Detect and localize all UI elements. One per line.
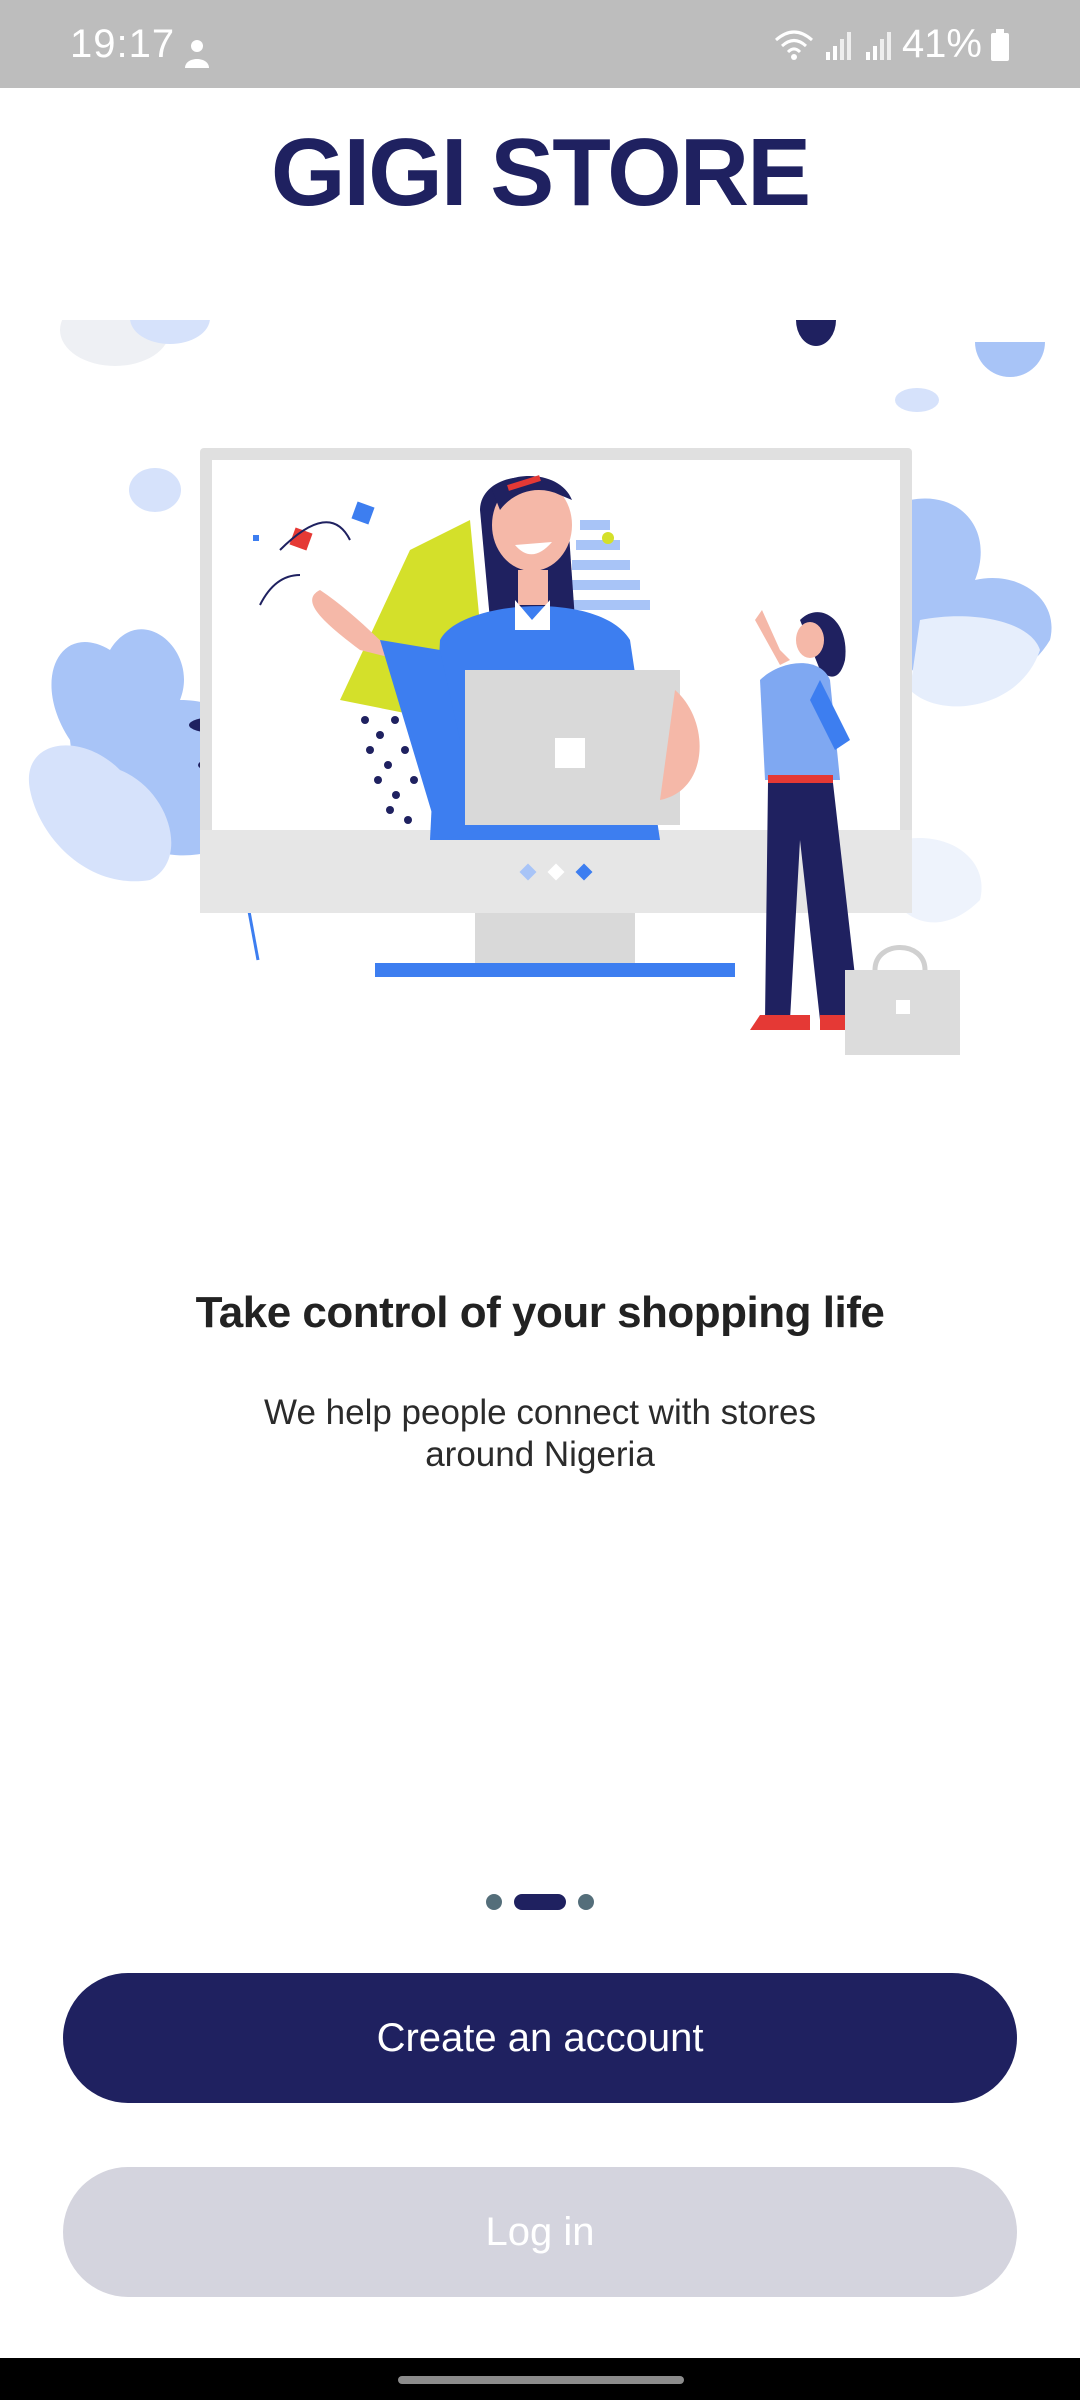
- battery-icon: [991, 28, 1009, 61]
- brand-title: GIGI STORE: [270, 119, 811, 226]
- status-bar: 19:17 41%: [0, 0, 1080, 88]
- battery-percentage: 41%: [901, 22, 982, 66]
- status-time: 19:17: [70, 22, 176, 66]
- onboarding-subtext: We help people connect with stores aroun…: [264, 1393, 816, 1474]
- status-indicators: 41%: [774, 22, 1010, 67]
- signal-icon: [865, 31, 891, 60]
- onboarding-illustration: [28, 320, 1052, 1055]
- login-button[interactable]: Log in: [63, 2167, 1017, 2297]
- person-icon: [185, 40, 209, 68]
- page-indicator: [0, 1892, 1080, 1912]
- onboarding-headline: Take control of your shopping life: [195, 1288, 885, 1337]
- page-dot-1: [486, 1894, 502, 1910]
- page-dot-2-active: [514, 1894, 566, 1910]
- create-account-button[interactable]: Create an account: [63, 1973, 1017, 2103]
- wifi-icon: [774, 30, 813, 60]
- page-dot-3: [578, 1894, 594, 1910]
- signal-icon: [825, 31, 851, 60]
- system-navigation-bar: [0, 2358, 1080, 2400]
- home-indicator[interactable]: [398, 2376, 684, 2384]
